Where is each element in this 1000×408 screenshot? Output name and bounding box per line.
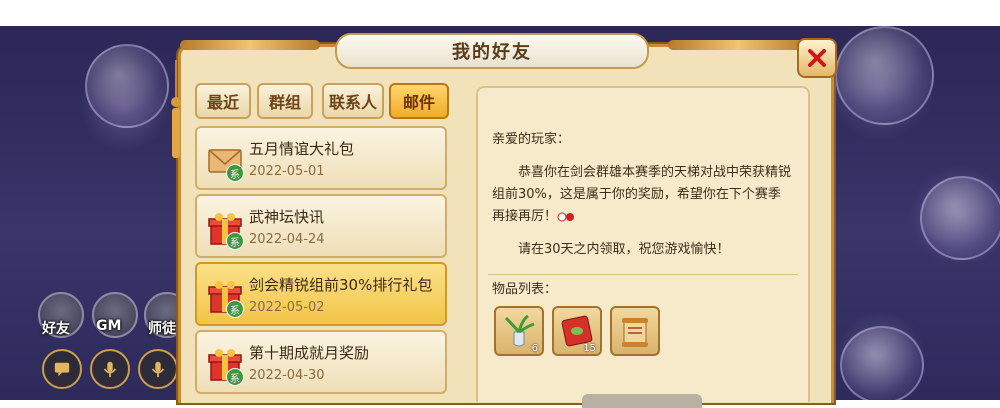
tab-groups[interactable]: 群组 bbox=[257, 83, 313, 119]
mail-title: 第十期成就月奖励 bbox=[249, 344, 370, 362]
microphone-icon bbox=[103, 361, 117, 378]
sect-voice-button[interactable] bbox=[138, 349, 178, 389]
system-badge: 系 bbox=[226, 368, 244, 386]
tab-mail[interactable]: 邮件 bbox=[389, 83, 449, 119]
reward-item[interactable]: 6 bbox=[494, 306, 544, 356]
reward-item[interactable]: 15 bbox=[552, 306, 602, 356]
claim-button[interactable] bbox=[582, 394, 702, 408]
microphone-icon bbox=[151, 361, 165, 378]
mail-date: 2022-05-02 bbox=[249, 300, 325, 315]
social-sidebar: 好友 GM 师徒 bbox=[30, 292, 190, 400]
background-orb bbox=[835, 26, 934, 125]
friends-label: 好友 bbox=[42, 321, 70, 337]
divider bbox=[488, 274, 798, 275]
world-voice-button[interactable] bbox=[90, 349, 130, 389]
mail-greeting: 亲爱的玩家： bbox=[492, 132, 571, 147]
items-label: 物品列表： bbox=[492, 282, 558, 297]
mail-title: 五月情谊大礼包 bbox=[249, 140, 355, 158]
tab-contacts[interactable]: 联系人 bbox=[322, 83, 384, 119]
dialog-title: 我的好友 bbox=[452, 42, 532, 63]
background-orb bbox=[840, 326, 924, 400]
close-button[interactable] bbox=[797, 38, 837, 78]
tab-label: 联系人 bbox=[328, 93, 377, 112]
mail-item[interactable]: 系 五月情谊大礼包 2022-05-01 bbox=[195, 126, 447, 190]
system-badge: 系 bbox=[226, 300, 244, 318]
mail-date: 2022-05-01 bbox=[249, 164, 325, 179]
system-badge: 系 bbox=[226, 164, 244, 182]
close-icon bbox=[808, 49, 826, 67]
chat-bubble-icon bbox=[54, 362, 70, 377]
tab-label: 群组 bbox=[268, 93, 301, 112]
mail-date: 2022-04-30 bbox=[249, 368, 325, 383]
mail-body-text: 恭喜你在剑会群雄本赛季的天梯对战中荣获精锐组前30%，这是属于你的奖励，希望你在… bbox=[492, 165, 792, 224]
mail-item[interactable]: 系 武神坛快讯 2022-04-24 bbox=[195, 194, 447, 258]
gm-button[interactable]: GM bbox=[92, 292, 138, 338]
mail-item[interactable]: 系 第十期成就月奖励 2022-04-30 bbox=[195, 330, 447, 394]
reward-item[interactable] bbox=[610, 306, 660, 356]
dice-emoji-icon bbox=[557, 212, 575, 221]
mail-date: 2022-04-24 bbox=[249, 232, 325, 247]
dialog-title-plate: 我的好友 bbox=[335, 33, 649, 69]
background-orb bbox=[85, 44, 169, 128]
tab-label: 最近 bbox=[206, 93, 239, 112]
master-label: 师徒 bbox=[148, 321, 176, 337]
friends-button[interactable]: 好友 bbox=[38, 292, 84, 338]
tassel-ornament bbox=[171, 60, 181, 158]
tab-label: 邮件 bbox=[402, 93, 435, 112]
mail-title: 剑会精锐组前30%排行礼包 bbox=[249, 276, 433, 294]
mail-item-selected[interactable]: 系 剑会精锐组前30%排行礼包 2022-05-02 bbox=[195, 262, 447, 326]
mail-title: 武神坛快讯 bbox=[249, 208, 325, 226]
gm-label: GM bbox=[96, 318, 122, 334]
tab-recent[interactable]: 最近 bbox=[195, 83, 251, 119]
mail-list: 系 五月情谊大礼包 2022-05-01 系 武神坛快讯 2022-04-24 … bbox=[195, 126, 447, 400]
reward-quantity: 15 bbox=[583, 343, 596, 354]
scroll-icon bbox=[622, 318, 648, 347]
mail-closing: 请在30天之内领取，祝您游戏愉快！ bbox=[518, 242, 730, 257]
mail-body: 恭喜你在剑会群雄本赛季的天梯对战中荣获精锐组前30%，这是属于你的奖励，希望你在… bbox=[492, 162, 792, 228]
header-ornament bbox=[668, 40, 808, 50]
chat-button[interactable] bbox=[42, 349, 82, 389]
system-badge: 系 bbox=[226, 232, 244, 250]
background-orb bbox=[920, 176, 1000, 260]
reward-quantity: 6 bbox=[531, 343, 538, 354]
header-ornament bbox=[180, 40, 320, 50]
mail-content-panel: 亲爱的玩家： 恭喜你在剑会群雄本赛季的天梯对战中荣获精锐组前30%，这是属于你的… bbox=[476, 86, 810, 408]
